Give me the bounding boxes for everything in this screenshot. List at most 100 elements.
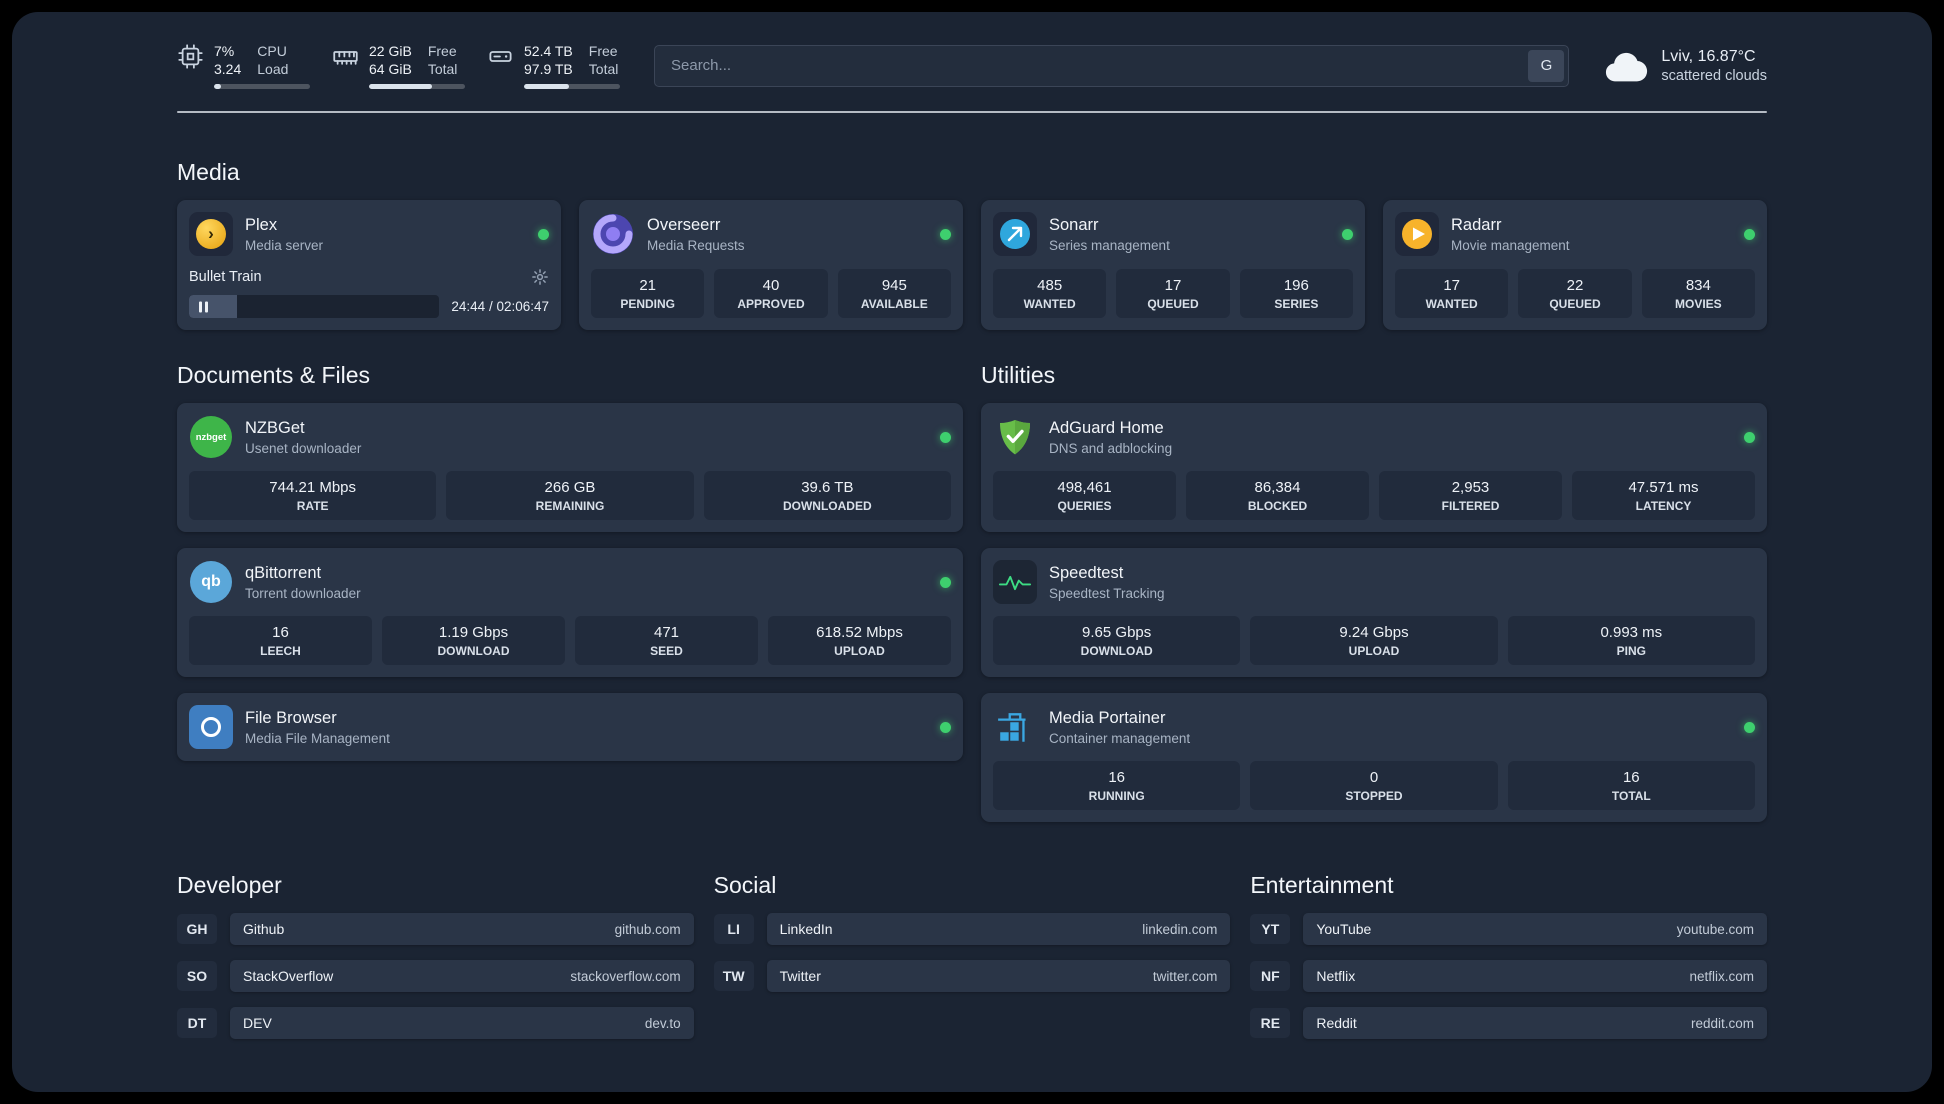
- bookmark-stackoverflow[interactable]: SO StackOverflow stackoverflow.com: [177, 960, 694, 992]
- memory-icon: [332, 43, 359, 70]
- status-dot: [1744, 431, 1755, 443]
- section-title-developer: Developer: [177, 872, 282, 898]
- linkedin-icon: LI: [713, 914, 754, 944]
- stat-seed: 471 SEED: [575, 616, 758, 665]
- stat-download: 9.65 Gbps DOWNLOAD: [993, 616, 1241, 665]
- pause-icon[interactable]: [199, 301, 208, 312]
- status-dot: [1744, 228, 1755, 240]
- disk-widget: 52.4 TB 97.9 TB Free Total: [487, 42, 620, 89]
- service-subtitle: Media Requests: [647, 237, 745, 253]
- disk-free-label: Free: [588, 43, 618, 59]
- search-input[interactable]: [654, 44, 1570, 87]
- cpu-load-value: 3.24: [214, 61, 242, 77]
- section-title-media: Media: [177, 159, 240, 185]
- bookmark-youtube[interactable]: YT YouTube youtube.com: [1250, 913, 1767, 945]
- service-card-radarr[interactable]: Radarr Movie management 17 WANTED 22 QUE…: [1383, 200, 1767, 330]
- service-subtitle: Torrent downloader: [245, 585, 361, 601]
- filebrowser-icon: [189, 705, 233, 749]
- overseerr-icon: [591, 212, 635, 256]
- plex-icon: ›: [189, 212, 233, 256]
- status-dot: [940, 431, 951, 443]
- service-card-qbittorrent[interactable]: qb qBittorrent Torrent downloader 16 LEE…: [177, 548, 963, 677]
- radarr-icon: [1395, 212, 1439, 256]
- top-bar: 7% 3.24 CPU Load 22 GiB 64 GiB Free Tota…: [12, 12, 1932, 89]
- cloud-icon: [1603, 49, 1649, 83]
- gear-icon[interactable]: [531, 268, 549, 286]
- bookmark-netflix[interactable]: NF Netflix netflix.com: [1250, 960, 1767, 992]
- disk-total-label: Total: [588, 61, 619, 77]
- section-media: Media › Plex Media server Bullet Train 2…: [177, 159, 1767, 330]
- stat-stopped: 0 STOPPED: [1250, 761, 1498, 810]
- status-dot: [1342, 228, 1353, 240]
- weather-location: Lviv, 16.87°C: [1661, 47, 1756, 65]
- stat-queued: 17 QUEUED: [1116, 269, 1230, 318]
- stat-leech: 16 LEECH: [189, 616, 372, 665]
- bookmark-group-social: Social LI LinkedIn linkedin.com TW Twitt…: [713, 872, 1231, 1039]
- speedtest-icon: [993, 560, 1037, 604]
- bookmark-linkedin[interactable]: LI LinkedIn linkedin.com: [713, 913, 1231, 945]
- nzbget-icon: nzbget: [189, 415, 233, 459]
- bookmark-group-entertainment: Entertainment YT YouTube youtube.com NF …: [1250, 872, 1767, 1039]
- netflix-icon: NF: [1250, 961, 1291, 991]
- stat-latency: 47.571 ms LATENCY: [1572, 471, 1755, 520]
- twitter-icon: TW: [713, 961, 754, 991]
- memory-bar-fill: [369, 84, 433, 89]
- service-name: Sonarr: [1049, 215, 1099, 234]
- service-card-filebrowser[interactable]: File Browser Media File Management: [177, 693, 963, 761]
- cpu-bar-fill: [214, 84, 221, 89]
- bookmark-twitter[interactable]: TW Twitter twitter.com: [713, 960, 1231, 992]
- qbittorrent-icon: qb: [189, 560, 233, 604]
- disk-total-value: 97.9 TB: [524, 61, 573, 77]
- service-name: NZBGet: [245, 418, 305, 437]
- stat-wanted: 485 WANTED: [993, 269, 1107, 318]
- memory-total-value: 64 GiB: [369, 61, 412, 77]
- github-icon: GH: [177, 914, 217, 944]
- service-name: AdGuard Home: [1049, 418, 1164, 437]
- stat-rate: 744.21 Mbps RATE: [189, 471, 437, 520]
- portainer-icon: [993, 705, 1037, 749]
- section-utilities: Utilities AdGuard Home DNS and adblockin…: [981, 362, 1767, 822]
- stat-approved: 40 APPROVED: [714, 269, 828, 318]
- cpu-icon: [177, 43, 204, 70]
- status-dot: [940, 228, 951, 240]
- status-dot: [538, 228, 549, 240]
- weather-widget: Lviv, 16.87°C scattered clouds: [1603, 48, 1767, 84]
- cpu-widget: 7% 3.24 CPU Load: [177, 42, 310, 89]
- disk-usage-bar: [524, 84, 620, 89]
- memory-free-label: Free: [427, 43, 457, 59]
- service-card-sonarr[interactable]: Sonarr Series management 485 WANTED 17 Q…: [981, 200, 1365, 330]
- status-dot: [940, 576, 951, 588]
- playback-progress-bar[interactable]: [189, 295, 440, 318]
- search-engine-button[interactable]: G: [1528, 49, 1565, 82]
- service-name: Media Portainer: [1049, 708, 1166, 727]
- service-card-plex[interactable]: › Plex Media server Bullet Train 24:44 /…: [177, 200, 561, 330]
- stat-total: 16 TOTAL: [1507, 761, 1755, 810]
- stat-pending: 21 PENDING: [591, 269, 705, 318]
- bookmark-github[interactable]: GH Github github.com: [177, 913, 694, 945]
- stat-wanted: 17 WANTED: [1395, 269, 1509, 318]
- memory-free-value: 22 GiB: [369, 43, 412, 59]
- service-subtitle: Media File Management: [245, 730, 390, 746]
- stat-download: 1.19 Gbps DOWNLOAD: [382, 616, 565, 665]
- status-dot: [940, 721, 951, 733]
- bookmark-dev[interactable]: DT DEV dev.to: [177, 1007, 694, 1039]
- playback-progress-fill: [189, 295, 237, 318]
- service-card-nzbget[interactable]: nzbget NZBGet Usenet downloader 744.21 M…: [177, 403, 963, 532]
- service-card-adguard[interactable]: AdGuard Home DNS and adblocking 498,461 …: [981, 403, 1767, 532]
- stat-ping: 0.993 ms PING: [1507, 616, 1755, 665]
- status-dot: [1744, 721, 1755, 733]
- section-bookmarks: Developer GH Github github.com SO StackO…: [177, 872, 1767, 1039]
- search-box: G: [654, 44, 1570, 87]
- now-playing-title: Bullet Train: [189, 269, 262, 285]
- service-name: Plex: [245, 215, 278, 234]
- stat-queries: 498,461 QUERIES: [993, 471, 1176, 520]
- memory-total-label: Total: [427, 61, 458, 77]
- service-card-speedtest[interactable]: Speedtest Speedtest Tracking 9.65 Gbps D…: [981, 548, 1767, 677]
- bookmark-reddit[interactable]: RE Reddit reddit.com: [1250, 1007, 1767, 1039]
- service-card-overseerr[interactable]: Overseerr Media Requests 21 PENDING 40 A…: [579, 200, 963, 330]
- service-subtitle: Movie management: [1451, 237, 1570, 253]
- service-card-portainer[interactable]: Media Portainer Container management 16 …: [981, 693, 1767, 822]
- service-subtitle: Speedtest Tracking: [1049, 585, 1165, 601]
- stackoverflow-icon: SO: [177, 961, 217, 991]
- section-title-documents: Documents & Files: [177, 362, 371, 388]
